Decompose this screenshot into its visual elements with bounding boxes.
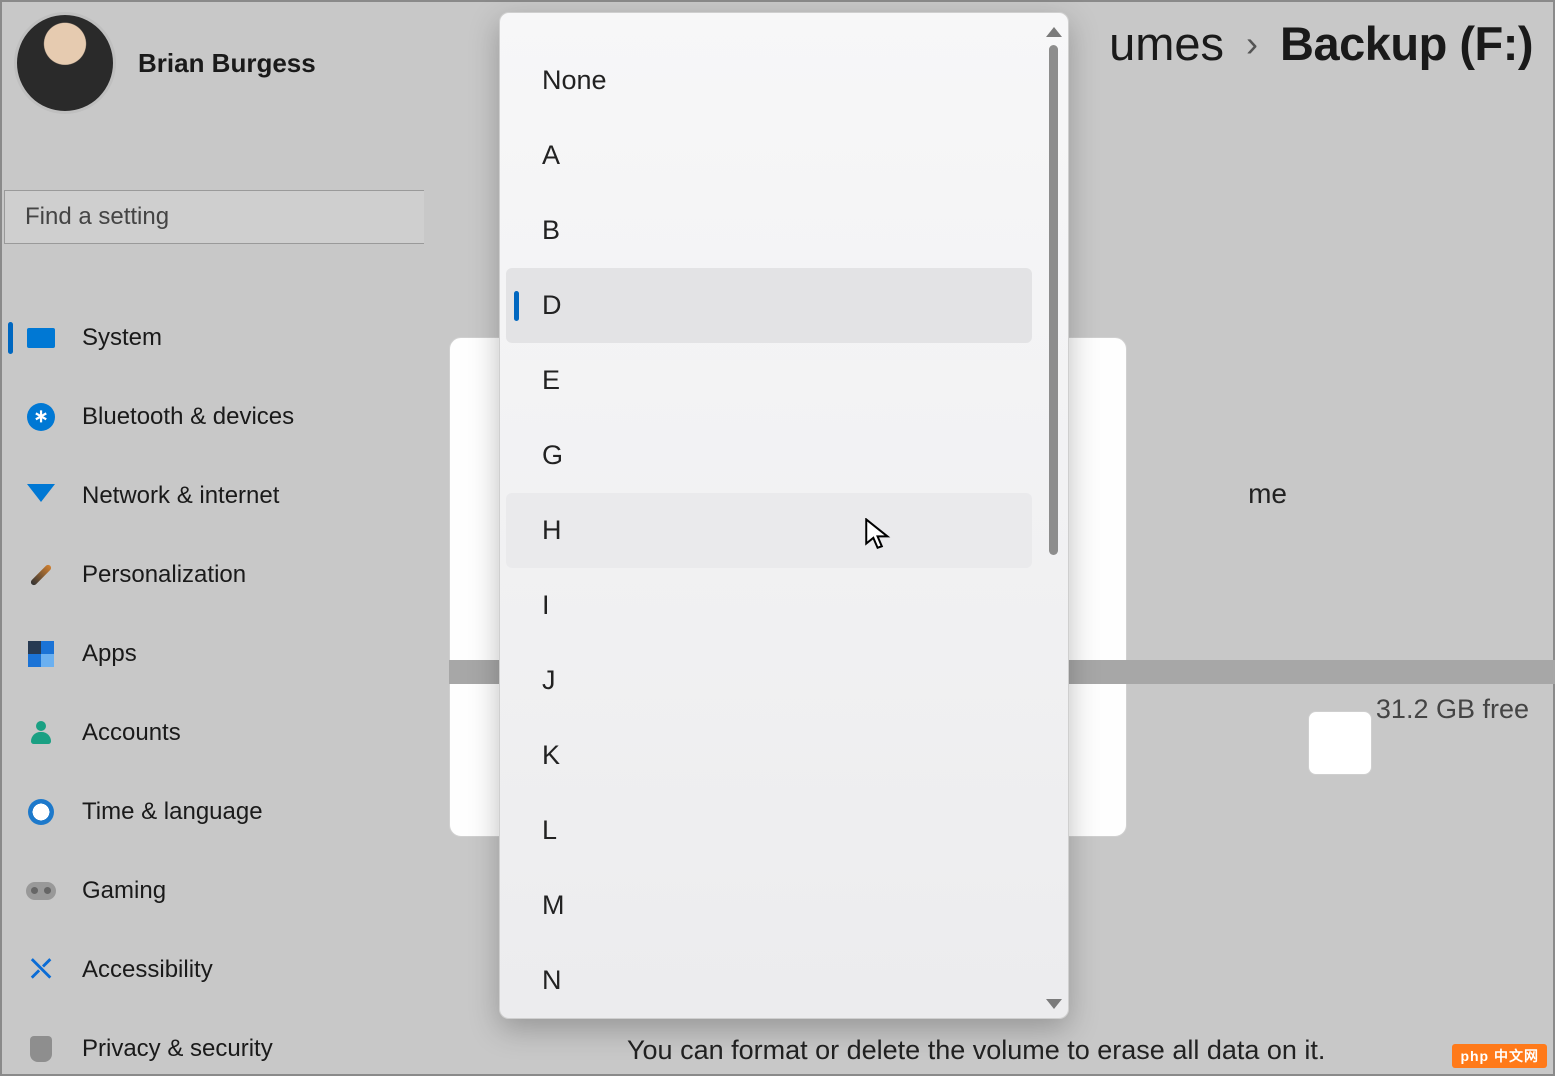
sidebar-item-label: Accessibility xyxy=(82,956,213,984)
sidebar-item-personalization[interactable]: Personalization xyxy=(2,535,422,614)
sidebar-item-label: Gaming xyxy=(82,877,166,905)
dropdown-scrollbar[interactable] xyxy=(1044,23,1064,1013)
dropdown-option[interactable]: D xyxy=(506,268,1032,343)
scroll-down-icon[interactable] xyxy=(1046,999,1062,1009)
breadcrumb-current: Backup (F:) xyxy=(1280,16,1533,71)
accessibility-icon: ⛌ xyxy=(26,955,56,985)
accounts-icon xyxy=(26,718,56,748)
search-box[interactable] xyxy=(4,190,424,244)
dropdown-option[interactable]: None xyxy=(506,43,1032,118)
dropdown-option[interactable]: L xyxy=(506,793,1032,868)
sidebar-item-label: System xyxy=(82,324,162,352)
storage-free-text: 31.2 GB free xyxy=(1376,694,1529,725)
dropdown-option[interactable]: M xyxy=(506,868,1032,943)
personalization-icon xyxy=(26,560,56,590)
network-icon xyxy=(26,481,56,511)
bluetooth-icon: ∗ xyxy=(26,402,56,432)
sidebar-item-time-language[interactable]: Time & language xyxy=(2,772,422,851)
dropdown-option[interactable]: A xyxy=(506,118,1032,193)
system-icon xyxy=(26,323,56,353)
sidebar-item-label: Apps xyxy=(82,640,137,668)
gaming-icon xyxy=(26,876,56,906)
privacy-icon xyxy=(26,1034,56,1064)
sidebar-item-accounts[interactable]: Accounts xyxy=(2,693,422,772)
sidebar-item-label: Personalization xyxy=(82,561,246,589)
dropdown-option[interactable]: G xyxy=(506,418,1032,493)
time-language-icon xyxy=(26,797,56,827)
dropdown-option[interactable]: J xyxy=(506,643,1032,718)
sidebar-item-privacy[interactable]: Privacy & security xyxy=(2,1009,422,1076)
sidebar-item-accessibility[interactable]: ⛌ Accessibility xyxy=(2,930,422,1009)
dropdown-option[interactable]: H xyxy=(506,493,1032,568)
dropdown-option[interactable]: I xyxy=(506,568,1032,643)
watermark: php 中文网 xyxy=(1452,1044,1547,1068)
search-input[interactable] xyxy=(25,203,404,231)
sidebar-item-gaming[interactable]: Gaming xyxy=(2,851,422,930)
dropdown-list: NoneABDEGHIJKLMN xyxy=(500,43,1038,1018)
breadcrumb-prev-fragment[interactable]: umes xyxy=(1109,16,1224,71)
dropdown-option[interactable]: K xyxy=(506,718,1032,793)
user-name: Brian Burgess xyxy=(138,48,316,79)
scroll-thumb[interactable] xyxy=(1049,45,1058,555)
dropdown-option[interactable]: N xyxy=(506,943,1032,1018)
apps-icon xyxy=(26,639,56,669)
chevron-right-icon: › xyxy=(1246,23,1258,65)
sidebar-item-system[interactable]: System xyxy=(2,298,422,377)
sidebar-item-bluetooth[interactable]: ∗ Bluetooth & devices xyxy=(2,377,422,456)
nav-list: System ∗ Bluetooth & devices Network & i… xyxy=(2,298,422,1076)
card-label-fragment: me xyxy=(1248,478,1287,510)
sidebar-item-label: Accounts xyxy=(82,719,181,747)
dropdown-option[interactable]: E xyxy=(506,343,1032,418)
scroll-up-icon[interactable] xyxy=(1046,27,1062,37)
format-hint-text: You can format or delete the volume to e… xyxy=(627,1035,1325,1066)
drive-letter-dropdown[interactable]: NoneABDEGHIJKLMN xyxy=(499,12,1069,1019)
sidebar-item-apps[interactable]: Apps xyxy=(2,614,422,693)
dropdown-option[interactable]: B xyxy=(506,193,1032,268)
profile-block[interactable]: Brian Burgess xyxy=(14,12,316,114)
sidebar-item-label: Bluetooth & devices xyxy=(82,403,294,431)
sidebar-item-label: Privacy & security xyxy=(82,1035,273,1063)
breadcrumb: umes › Backup (F:) xyxy=(1109,16,1533,71)
sidebar-item-network[interactable]: Network & internet xyxy=(2,456,422,535)
card-action-button[interactable] xyxy=(1308,711,1372,775)
sidebar-item-label: Network & internet xyxy=(82,482,279,510)
sidebar-item-label: Time & language xyxy=(82,798,263,826)
avatar xyxy=(14,12,116,114)
settings-sidebar: Brian Burgess System ∗ Bluetooth & devic… xyxy=(2,2,422,1074)
